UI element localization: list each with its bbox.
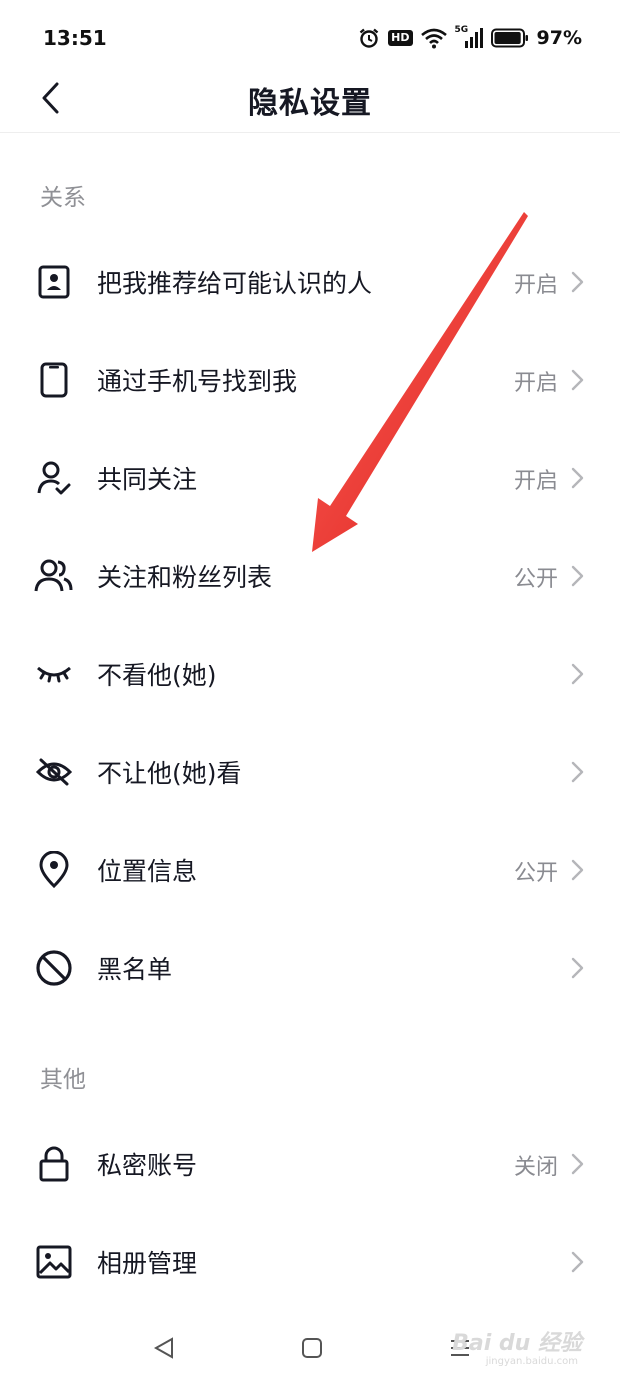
wifi-icon bbox=[420, 27, 447, 49]
nav-bar: 隐私设置 bbox=[0, 66, 620, 133]
settings-row-find-by-phone[interactable]: 通过手机号找到我 开启 bbox=[0, 330, 620, 426]
status-bar: 13:51 HD 5G 97% bbox=[0, 0, 620, 76]
row-label: 把我推荐给可能认识的人 bbox=[97, 269, 373, 298]
row-label: 位置信息 bbox=[97, 857, 198, 886]
location-pin-icon bbox=[34, 850, 74, 890]
section-header-other: 其他 bbox=[40, 1067, 86, 1093]
settings-row-dont-let-see[interactable]: 不让他(她)看 bbox=[0, 722, 620, 818]
row-label: 黑名单 bbox=[97, 955, 173, 984]
settings-row-blacklist[interactable]: 黑名单 bbox=[0, 918, 620, 1014]
system-back-button[interactable] bbox=[144, 1330, 184, 1366]
section-header-relations: 关系 bbox=[40, 185, 86, 211]
row-value: 公开 bbox=[513, 567, 558, 592]
chevron-right-icon bbox=[571, 271, 584, 293]
users-icon bbox=[34, 556, 74, 596]
chevron-right-icon bbox=[571, 859, 584, 881]
lock-icon bbox=[34, 1144, 74, 1184]
watermark-sub: jingyan.baidu.com bbox=[485, 1356, 578, 1367]
row-value: 开启 bbox=[513, 469, 558, 494]
chevron-right-icon bbox=[571, 1153, 584, 1175]
settings-row-recommend-me[interactable]: 把我推荐给可能认识的人 开启 bbox=[0, 232, 620, 328]
chevron-right-icon bbox=[571, 761, 584, 783]
settings-row-album-manage[interactable]: 相册管理 bbox=[0, 1212, 620, 1308]
row-label: 不让他(她)看 bbox=[97, 759, 242, 788]
contact-card-icon bbox=[34, 262, 74, 302]
network-type-label: 5G bbox=[454, 25, 469, 35]
chevron-right-icon bbox=[571, 565, 584, 587]
battery-percent: 97% bbox=[536, 27, 582, 49]
row-label: 相册管理 bbox=[97, 1249, 198, 1278]
row-label: 通过手机号找到我 bbox=[97, 367, 298, 396]
settings-row-dont-see-them[interactable]: 不看他(她) bbox=[0, 624, 620, 720]
user-check-icon bbox=[34, 458, 74, 498]
eye-closed-icon bbox=[34, 654, 74, 694]
settings-row-private-account[interactable]: 私密账号 关闭 bbox=[0, 1114, 620, 1210]
chevron-right-icon bbox=[571, 467, 584, 489]
row-value: 关闭 bbox=[513, 1155, 558, 1180]
cellular-signal-icon: 5G bbox=[454, 25, 483, 49]
status-time: 13:51 bbox=[43, 26, 107, 50]
hd-badge: HD bbox=[388, 30, 413, 46]
page-title: 隐私设置 bbox=[248, 86, 372, 121]
settings-row-location[interactable]: 位置信息 公开 bbox=[0, 820, 620, 916]
settings-row-mutual-follow[interactable]: 共同关注 开启 bbox=[0, 428, 620, 524]
system-home-button[interactable] bbox=[292, 1330, 332, 1366]
row-label: 不看他(她) bbox=[97, 661, 217, 690]
row-label: 私密账号 bbox=[97, 1151, 198, 1180]
chevron-right-icon bbox=[571, 1251, 584, 1273]
watermark: Bai du 经验 bbox=[452, 1331, 582, 1356]
row-value: 开启 bbox=[513, 273, 558, 298]
chevron-right-icon bbox=[571, 663, 584, 685]
triangle-back-icon bbox=[153, 1337, 173, 1359]
phone-icon bbox=[34, 360, 74, 400]
image-icon bbox=[34, 1242, 74, 1282]
block-icon bbox=[34, 948, 74, 988]
battery-icon bbox=[490, 28, 529, 48]
settings-row-follow-fans-list[interactable]: 关注和粉丝列表 公开 bbox=[0, 526, 620, 622]
row-label: 关注和粉丝列表 bbox=[97, 563, 273, 592]
alarm-icon bbox=[358, 27, 380, 49]
eye-off-icon bbox=[34, 752, 74, 792]
square-home-icon bbox=[302, 1338, 322, 1358]
chevron-right-icon bbox=[571, 957, 584, 979]
chevron-right-icon bbox=[571, 369, 584, 391]
row-value: 开启 bbox=[513, 371, 558, 396]
row-value: 公开 bbox=[513, 861, 558, 886]
status-indicators: HD 5G 97% bbox=[358, 24, 582, 52]
row-label: 共同关注 bbox=[97, 465, 198, 494]
